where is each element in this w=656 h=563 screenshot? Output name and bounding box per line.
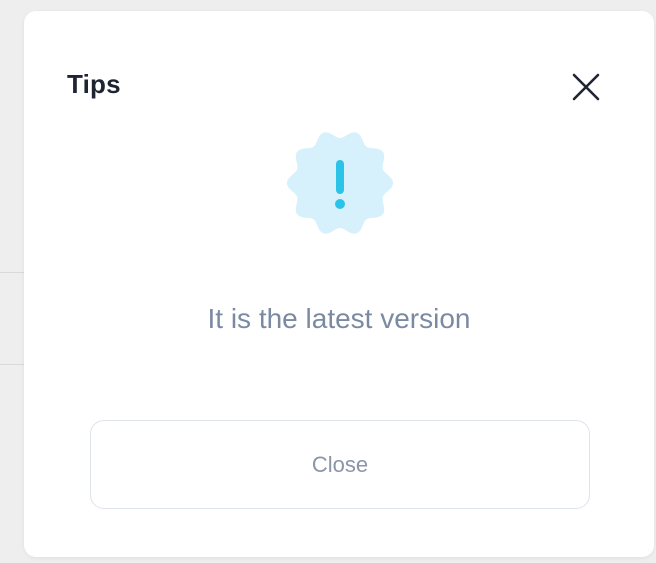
close-icon[interactable] (568, 69, 604, 105)
status-message: It is the latest version (207, 303, 471, 334)
tips-dialog: Tips It is the latest version Close (24, 11, 654, 557)
exclamation-badge-icon (286, 129, 394, 237)
close-button[interactable]: Close (90, 420, 590, 509)
dialog-title: Tips (67, 69, 121, 99)
